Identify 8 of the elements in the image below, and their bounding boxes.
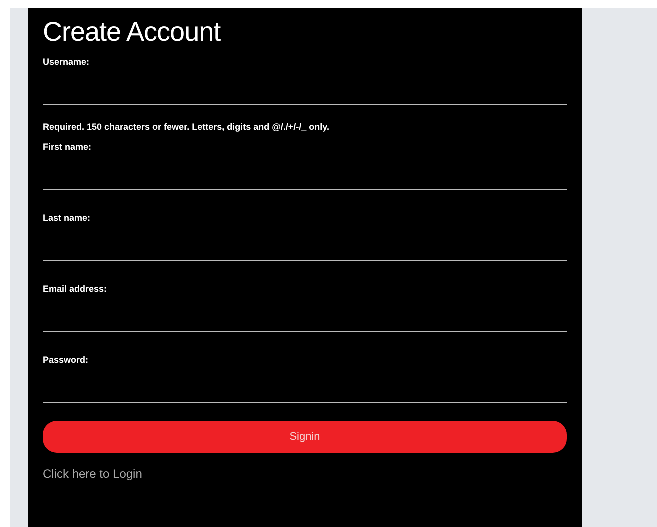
login-link[interactable]: Click here to Login <box>43 465 142 483</box>
help-text: Required. 150 characters or fewer. Letters, digits and @/./+/-/_ only. <box>43 121 330 133</box>
field-label: Password: <box>43 354 90 366</box>
field-label: Email address: <box>43 283 108 295</box>
page-title: Create Account <box>43 16 222 48</box>
field-label: First name: <box>43 141 93 153</box>
field-label: Last name: <box>43 212 92 224</box>
field-label: Username: <box>43 56 91 68</box>
